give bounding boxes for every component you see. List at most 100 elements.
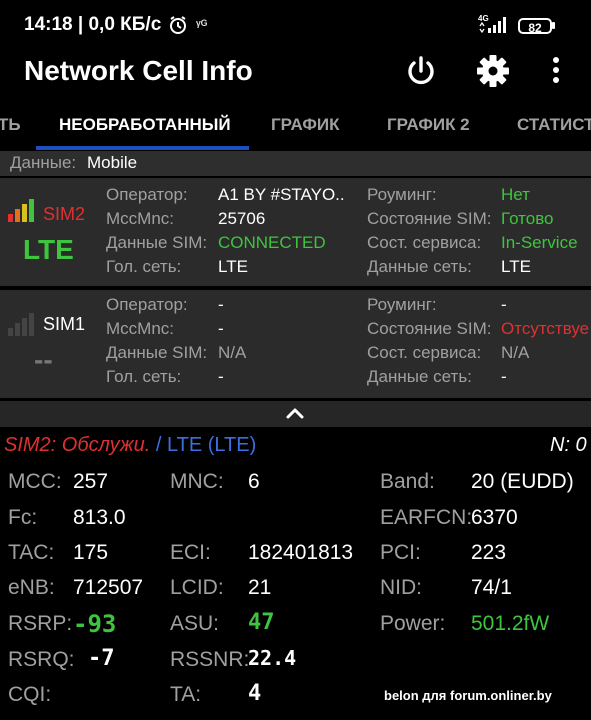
sim1-tech: -- <box>34 344 53 375</box>
battery-tip <box>552 22 555 29</box>
sim2-voice-net-value: LTE <box>218 257 248 276</box>
tab-graph-2[interactable]: ГРАФИК 2 <box>387 103 470 147</box>
ta-value: 4 <box>248 681 262 706</box>
tac-value: 175 <box>73 541 109 564</box>
sim1-roaming-key: Роуминг: <box>367 295 437 314</box>
sim2-panel[interactable]: SIM2 LTE Оператор: A1 BY #STAYO.. MccMnc… <box>0 178 591 286</box>
sim1-voice-net-key: Гол. сеть: <box>106 367 182 386</box>
tab-raw[interactable]: НЕОБРАБОТАННЫЙ <box>59 103 231 147</box>
data-line: Данные: Mobile <box>0 151 591 176</box>
volte-icon: ᵞᴳ <box>196 17 208 32</box>
chevron-up-icon[interactable] <box>285 406 305 420</box>
rsrq-key: RSRQ: <box>8 648 75 671</box>
summary-line: SIM2: Обслужи. / LTE (LTE) <box>4 434 256 457</box>
sim1-sim-state-key: Состояние SIM: <box>367 319 492 338</box>
mnc-value: 6 <box>248 470 260 493</box>
more-vert-icon[interactable] <box>548 56 564 86</box>
sim2-operator-value: A1 BY #STAYO.. <box>218 185 345 204</box>
sim2-roaming-key: Роуминг: <box>367 185 437 204</box>
eci-value: 182401813 <box>248 541 354 564</box>
pci-value: 223 <box>471 541 507 564</box>
watermark: belon для forum.onliner.by <box>384 688 552 703</box>
rsrp-key: RSRP: <box>8 612 73 635</box>
sim1-mccmnc-key: MccMnc: <box>106 319 174 338</box>
sim2-data-net-key: Данные сеть: <box>367 257 472 276</box>
status-time-speed: 14:18 | 0,0 КБ/с <box>24 14 162 35</box>
sim2-label: SIM2 <box>43 204 86 224</box>
nid-value: 74/1 <box>471 576 512 599</box>
eci-key: ECI: <box>170 541 211 564</box>
fc-key: Fc: <box>8 506 38 529</box>
sim1-label: SIM1 <box>43 314 86 334</box>
sim2-mccmnc-key: MccMnc: <box>106 209 174 228</box>
sim2-data-net-value: LTE <box>501 257 531 276</box>
sim1-operator-key: Оператор: <box>106 295 188 314</box>
n-count: N: 0 <box>550 434 587 456</box>
sim2-data-sim-value: CONNECTED <box>218 233 326 252</box>
sim1-signal-icon <box>8 313 34 336</box>
band-key: Band: <box>380 470 435 493</box>
sim1-service-state-value: N/A <box>501 343 530 362</box>
tab-stats[interactable]: СТАТИСТ <box>517 103 591 147</box>
sim1-mccmnc-value: - <box>218 319 224 338</box>
mcc-value: 257 <box>73 470 109 493</box>
rssnr-value: 22.4 <box>248 646 297 670</box>
power-value: 501.2fW <box>471 612 550 635</box>
mnc-key: MNC: <box>170 470 224 493</box>
power-key: Power: <box>380 612 446 635</box>
rssnr-key: RSSNR: <box>170 648 250 671</box>
sim2-voice-net-key: Гол. сеть: <box>106 257 182 276</box>
sim2-sim-state-key: Состояние SIM: <box>367 209 492 228</box>
sim1-voice-net-value: - <box>218 367 224 386</box>
enb-key: eNB: <box>8 576 55 599</box>
lcid-key: LCID: <box>170 576 224 599</box>
alarm-icon <box>170 16 186 34</box>
sim2-sim-state-value: Готово <box>501 209 554 228</box>
sim1-sim-state-value: Отсутствуе <box>501 319 590 338</box>
enb-value: 712507 <box>73 576 144 599</box>
sim1-data-sim-value: N/A <box>218 343 247 362</box>
tab-graph[interactable]: ГРАФИК <box>271 103 339 147</box>
sim1-data-sim-key: Данные SIM: <box>106 343 208 362</box>
asu-key: ASU: <box>170 612 220 635</box>
sim1-panel[interactable]: SIM1 -- Оператор: - MccMnc: - Данные SIM… <box>0 290 591 398</box>
power-icon[interactable] <box>404 54 438 88</box>
data-value: Mobile <box>87 153 138 172</box>
network-badge: 4G <box>478 14 489 23</box>
sim1-operator-value: - <box>218 295 224 314</box>
sim1-roaming-value: - <box>501 295 507 314</box>
nid-key: NID: <box>380 576 422 599</box>
band-value: 20 (EUDD) <box>471 470 574 493</box>
mcc-key: MCC: <box>8 470 62 493</box>
sim2-data-sim-key: Данные SIM: <box>106 233 208 252</box>
cqi-key: CQI: <box>8 683 52 706</box>
signal-strength-icon: 4G <box>478 14 506 34</box>
asu-value: 47 <box>248 610 275 635</box>
rsrp-value: -93 <box>73 610 117 638</box>
sim1-data-net-key: Данные сеть: <box>367 367 472 386</box>
summary-tech: LTE (LTE) <box>167 434 257 456</box>
sim1-service-state-key: Сост. сервиса: <box>367 343 482 362</box>
sim2-service-state-key: Сост. сервиса: <box>367 233 482 252</box>
sim2-tech: LTE <box>23 234 74 265</box>
earfcn-value: 6370 <box>471 506 518 529</box>
tac-key: TAC: <box>8 541 55 564</box>
pci-key: PCI: <box>380 541 421 564</box>
gear-icon[interactable] <box>476 54 510 88</box>
sim2-mccmnc-value: 25706 <box>218 209 266 228</box>
app-title: Network Cell Info <box>24 55 253 86</box>
fc-value: 813.0 <box>73 506 126 529</box>
sim2-operator-key: Оператор: <box>106 185 188 204</box>
sim2-service-state-value: In-Service <box>501 233 578 252</box>
tab-prev[interactable]: ТЬ <box>0 103 21 147</box>
rsrq-value: -7 <box>88 646 115 671</box>
status-bar: 14:18 | 0,0 КБ/с ᵞᴳ 4G 82 <box>0 0 591 50</box>
summary-separator: / <box>150 434 167 456</box>
sim1-data-net-value: - <box>501 367 507 386</box>
tab-indicator <box>36 146 249 150</box>
battery-icon: 82 <box>518 18 552 35</box>
lcid-value: 21 <box>248 576 272 599</box>
sim2-roaming-value: Нет <box>501 185 530 204</box>
tab-bar: ТЬ НЕОБРАБОТАННЫЙ ГРАФИК ГРАФИК 2 СТАТИС… <box>0 103 591 149</box>
earfcn-key: EARFCN: <box>380 506 473 529</box>
